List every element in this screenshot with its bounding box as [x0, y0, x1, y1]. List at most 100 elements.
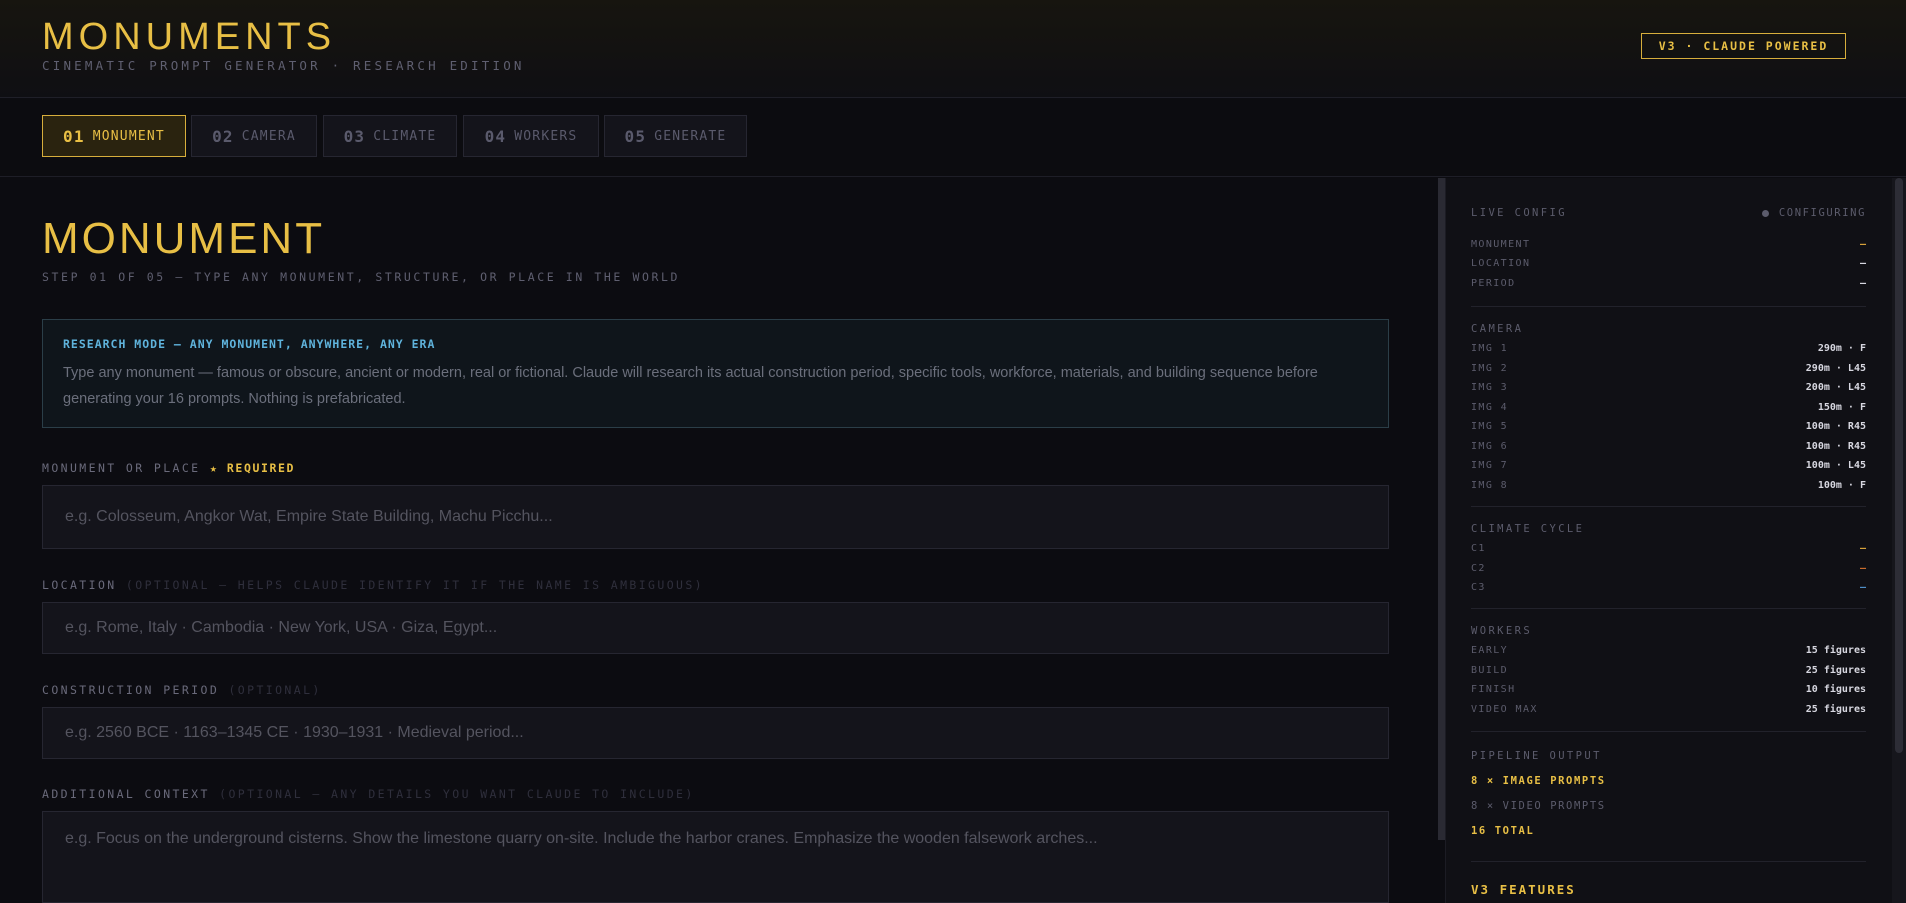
divider [1471, 608, 1866, 609]
context-label: ADDITIONAL CONTEXT (OPTIONAL — ANY DETAI… [42, 787, 695, 801]
tab-workers[interactable]: 04 WORKERS [463, 115, 599, 157]
version-badge: V3 · CLAUDE POWERED [1641, 33, 1846, 59]
row-key: IMG 6 [1471, 441, 1509, 452]
context-textarea[interactable] [42, 811, 1389, 903]
tab-number: 05 [624, 126, 647, 146]
row-value: 200m · L45 [1805, 382, 1866, 393]
tab-label: CLIMATE [373, 128, 437, 144]
camera-row: IMG 2 290m · L45 [1471, 359, 1866, 378]
row-value: 100m · L45 [1805, 460, 1866, 471]
workers-heading: WORKERS [1471, 625, 1533, 637]
scrollbar-thumb[interactable] [1895, 178, 1903, 753]
row-value: 25 figures [1805, 704, 1866, 715]
label-hint: (OPTIONAL — HELPS CLAUDE IDENTIFY IT IF … [125, 578, 704, 592]
tab-label: GENERATE [654, 128, 727, 144]
row-key: MONUMENT [1471, 239, 1531, 250]
row-value: — [1859, 239, 1866, 250]
row-value: — [1859, 582, 1866, 593]
tab-camera[interactable]: 02 CAMERA [191, 115, 317, 157]
app-subtitle: CINEMATIC PROMPT GENERATOR · RESEARCH ED… [42, 58, 525, 73]
row-key: IMG 3 [1471, 382, 1509, 393]
label-text: ADDITIONAL CONTEXT [42, 787, 210, 801]
row-value: 290m · L45 [1805, 363, 1866, 374]
divider [1471, 731, 1866, 732]
row-value: — [1859, 543, 1866, 554]
period-input[interactable] [42, 707, 1389, 759]
row-key: FINISH [1471, 684, 1516, 695]
climate-row: C3 — [1471, 578, 1866, 597]
tab-number: 01 [63, 126, 85, 146]
sidebar-scrollbar[interactable] [1892, 178, 1906, 903]
row-value: 290m · F [1817, 343, 1866, 354]
label-text: LOCATION [42, 578, 117, 592]
label-text: MONUMENT OR PLACE [42, 461, 201, 475]
status-text: CONFIGURING [1778, 207, 1866, 219]
pipeline-heading: PIPELINE OUTPUT [1471, 750, 1602, 762]
row-key: IMG 7 [1471, 460, 1509, 471]
tab-number: 02 [212, 126, 234, 146]
climate-row: C2 — [1471, 559, 1866, 578]
camera-row: IMG 8 100m · F [1471, 476, 1866, 495]
divider [1471, 861, 1866, 862]
row-value: — [1859, 278, 1866, 289]
row-key: C3 [1471, 582, 1486, 593]
row-value: — [1859, 563, 1866, 574]
tab-generate[interactable]: 05 GENERATE [604, 115, 747, 157]
row-key: LOCATION [1471, 258, 1531, 269]
camera-row: IMG 1 290m · F [1471, 339, 1866, 358]
climate-row: C1 — [1471, 539, 1866, 558]
label-hint: (OPTIONAL — ANY DETAILS YOU WANT CLAUDE … [219, 787, 695, 801]
row-key: VIDEO MAX [1471, 704, 1538, 715]
features-heading: V3 FEATURES [1471, 882, 1576, 897]
config-row: MONUMENT — [1471, 235, 1866, 254]
row-value: 10 figures [1805, 684, 1866, 695]
location-input[interactable] [42, 602, 1389, 654]
app-header: MONUMENTS CINEMATIC PROMPT GENERATOR · R… [0, 0, 1906, 98]
workers-row: FINISH 10 figures [1471, 680, 1866, 699]
row-key: IMG 8 [1471, 480, 1509, 491]
monument-label: MONUMENT OR PLACE ★ REQUIRED [42, 461, 295, 475]
tab-monument[interactable]: 01 MONUMENT [42, 115, 186, 157]
row-value: 100m · R45 [1805, 421, 1866, 432]
pipeline-total: 16 TOTAL [1471, 825, 1535, 837]
row-value: 25 figures [1805, 665, 1866, 676]
tab-label: MONUMENT [92, 128, 165, 144]
workers-row: VIDEO MAX 25 figures [1471, 700, 1866, 719]
main-scrollbar[interactable] [1438, 178, 1445, 840]
tab-climate[interactable]: 03 CLIMATE [323, 115, 457, 157]
row-key: IMG 5 [1471, 421, 1509, 432]
row-key: IMG 1 [1471, 343, 1509, 354]
config-row: LOCATION — [1471, 254, 1866, 273]
step-description: STEP 01 OF 05 — TYPE ANY MONUMENT, STRUC… [42, 270, 681, 284]
live-config-heading: LIVE CONFIG [1471, 207, 1567, 219]
workers-row: BUILD 25 figures [1471, 661, 1866, 680]
step-tabs: 01 MONUMENT 02 CAMERA 03 CLIMATE 04 WORK… [0, 99, 1906, 177]
row-value: 150m · F [1817, 402, 1866, 413]
main-panel: MONUMENT STEP 01 OF 05 — TYPE ANY MONUME… [0, 178, 1440, 903]
camera-row: IMG 4 150m · F [1471, 398, 1866, 417]
row-key: BUILD [1471, 665, 1509, 676]
status-dot-icon [1761, 209, 1769, 217]
camera-row: IMG 7 100m · L45 [1471, 456, 1866, 475]
label-hint: (OPTIONAL) [228, 683, 322, 697]
climate-heading: CLIMATE CYCLE [1471, 523, 1585, 535]
row-key: C2 [1471, 563, 1486, 574]
camera-heading: CAMERA [1471, 323, 1524, 335]
tab-number: 03 [343, 126, 366, 146]
period-label: CONSTRUCTION PERIOD (OPTIONAL) [42, 683, 322, 697]
camera-row: IMG 3 200m · L45 [1471, 378, 1866, 397]
monument-input[interactable] [42, 485, 1389, 549]
location-label: LOCATION (OPTIONAL — HELPS CLAUDE IDENTI… [42, 578, 704, 592]
divider [1471, 306, 1866, 307]
info-heading: RESEARCH MODE — ANY MONUMENT, ANYWHERE, … [63, 337, 436, 351]
pipeline-image-prompts: 8 × IMAGE PROMPTS [1471, 775, 1606, 787]
tab-label: CAMERA [241, 128, 296, 144]
info-text: Type any monument — famous or obscure, a… [63, 365, 1318, 407]
row-key: IMG 4 [1471, 402, 1509, 413]
row-key: IMG 2 [1471, 363, 1509, 374]
live-config-sidebar: LIVE CONFIG CONFIGURING MONUMENT — LOCATI… [1445, 178, 1892, 903]
config-status: CONFIGURING [1761, 207, 1866, 219]
research-info-box: RESEARCH MODE — ANY MONUMENT, ANYWHERE, … [42, 319, 1389, 428]
app-title: MONUMENTS [42, 16, 337, 58]
workers-row: EARLY 15 figures [1471, 641, 1866, 660]
